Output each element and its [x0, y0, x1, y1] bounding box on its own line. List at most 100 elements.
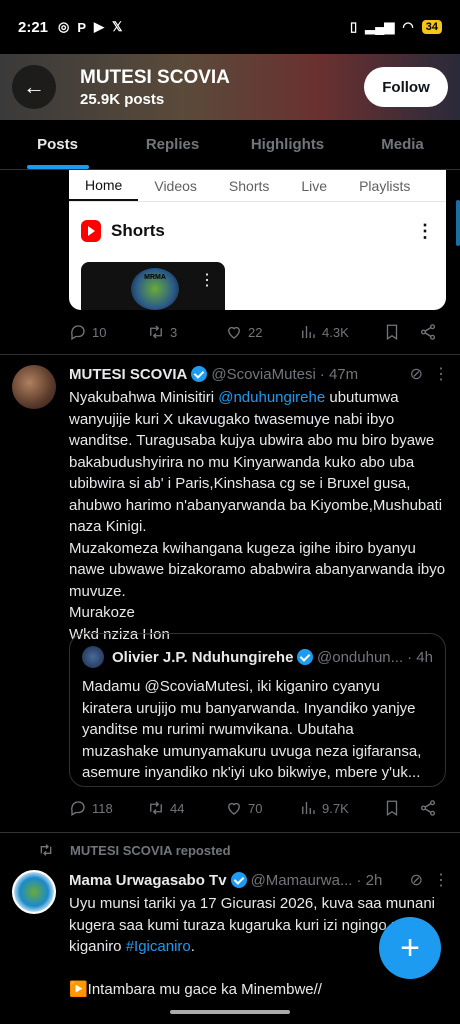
author-handle[interactable]: @ScoviaMutesi — [211, 366, 315, 383]
yt-tab-live: Live — [301, 177, 328, 194]
reply-count: 118 — [92, 800, 113, 816]
tab-replies[interactable]: Replies — [115, 120, 230, 169]
status-bar: 2:21 ◎ P ▶ 𝕏 ▯ ▂▄▆ ◠ 34 — [0, 0, 460, 54]
author-handle[interactable]: @Mamaurwa... — [251, 872, 353, 889]
bookmark-button[interactable] — [383, 799, 419, 817]
yt-section-title: Shorts — [111, 221, 165, 240]
grok-icon[interactable]: ⊘ — [410, 870, 423, 890]
follow-button[interactable]: Follow — [364, 67, 448, 107]
avatar-logo — [14, 872, 54, 912]
like-button[interactable]: 70 — [225, 799, 299, 817]
tweet-text-part: Nyakubahwa Minisitiri — [69, 389, 219, 406]
tweet-header: MUTESI SCOVIA @ScoviaMutesi · 47m ⊘ ⋮ — [69, 364, 449, 384]
repost-count: 3 — [170, 324, 178, 340]
profile-name: MUTESI SCOVIA — [80, 66, 230, 88]
avatar[interactable] — [12, 870, 56, 914]
reply-icon — [71, 325, 85, 340]
tab-highlights[interactable]: Highlights — [230, 120, 345, 169]
tab-media[interactable]: Media — [345, 120, 460, 169]
reply-icon — [71, 801, 85, 816]
short-thumbnail: MRMA ⋮ — [81, 262, 225, 310]
yt-shorts-section: Shorts ⋮ — [69, 202, 446, 242]
bookmark-icon — [386, 800, 398, 817]
quoted-tweet[interactable]: Olivier J.P. Nduhungirehe @onduhun... · … — [69, 633, 446, 787]
reply-button[interactable]: 118 — [69, 799, 147, 817]
view-count: 9.7K — [322, 800, 349, 816]
compose-button[interactable]: + — [379, 917, 441, 979]
home-gesture-handle[interactable] — [170, 1010, 290, 1014]
system-nav-bar — [0, 1000, 460, 1024]
share-button[interactable] — [419, 799, 437, 817]
tweet-paragraph: ▶️Intambara mu gace ka Minembwe// — [69, 981, 322, 998]
system-icons: ▯ ▂▄▆ ◠ 34 — [350, 19, 442, 35]
like-button[interactable]: 22 — [225, 323, 299, 341]
quote-time: · 4h — [407, 648, 433, 666]
youtube-embed-card[interactable]: Home Videos Shorts Live Playlists Shorts… — [69, 170, 446, 310]
repost-button[interactable]: 44 — [147, 799, 225, 817]
bookmark-button[interactable] — [383, 323, 419, 341]
share-button[interactable] — [419, 323, 437, 341]
hashtag-link[interactable]: #Igicaniro — [126, 938, 191, 955]
quote-text: Madamu @ScoviaMutesi, iki kiganiro cyany… — [82, 678, 422, 781]
battery-icon: 34 — [421, 20, 442, 34]
tweet-time: · 2h — [356, 871, 383, 889]
view-count: 4.3K — [322, 324, 349, 340]
x-icon: 𝕏 — [112, 19, 123, 34]
plus-icon: + — [400, 928, 420, 967]
repost-icon — [150, 801, 162, 815]
views-icon — [302, 802, 315, 814]
repost-button[interactable]: 3 — [147, 323, 225, 341]
verified-badge-icon — [230, 872, 247, 888]
clock: 2:21 — [18, 18, 49, 36]
signal-icon: ▂▄▆ — [365, 19, 395, 34]
p-icon: P — [77, 19, 87, 35]
post-actions: 10 3 22 4.3K — [69, 320, 441, 344]
more-vertical-icon[interactable]: ⋮ — [433, 364, 449, 384]
header-text: MUTESI SCOVIA 25.9K posts — [80, 67, 230, 108]
grok-icon[interactable]: ⊘ — [410, 364, 423, 384]
mention-link[interactable]: @nduhungirehe — [218, 389, 325, 406]
more-vertical-icon: ⋮ — [199, 272, 215, 289]
views-button[interactable]: 4.3K — [299, 323, 383, 341]
yt-tab-videos: Videos — [154, 177, 197, 194]
quote-author-name: Olivier J.P. Nduhungirehe — [112, 648, 294, 666]
yt-tabs: Home Videos Shorts Live Playlists — [69, 170, 446, 202]
like-count: 70 — [248, 800, 263, 816]
logo-text: MRMA — [144, 274, 166, 281]
tweet-header: Mama Urwagasabo Tv @Mamaurwa... · 2h ⊘ ⋮ — [69, 870, 449, 890]
channel-logo: MRMA — [131, 268, 179, 310]
scrollbar-thumb[interactable] — [456, 200, 460, 246]
share-icon — [420, 324, 436, 340]
like-count: 22 — [248, 324, 263, 340]
youtube-icon: ▶ — [94, 19, 105, 34]
more-vertical-icon: ⋮ — [416, 220, 434, 241]
repost-label[interactable]: MUTESI SCOVIA reposted — [70, 843, 231, 858]
yt-tab-shorts: Shorts — [228, 177, 270, 194]
avatar[interactable] — [12, 365, 56, 409]
profile-header: ← MUTESI SCOVIA 25.9K posts Follow — [0, 54, 460, 120]
views-icon — [302, 326, 315, 338]
author-name[interactable]: Mama Urwagasabo Tv — [69, 872, 227, 889]
profile-tabs: Posts Replies Highlights Media — [0, 120, 460, 170]
repost-count: 44 — [170, 800, 185, 816]
more-vertical-icon[interactable]: ⋮ — [433, 870, 449, 890]
quote-header: Olivier J.P. Nduhungirehe @onduhun... · … — [82, 646, 433, 668]
back-button[interactable]: ← — [12, 65, 56, 109]
quote-author-handle: @onduhun... — [317, 648, 404, 666]
heart-icon — [228, 326, 240, 339]
reply-button[interactable]: 10 — [69, 323, 147, 341]
vibrate-icon: ▯ — [350, 19, 358, 34]
yt-tab-home: Home — [69, 170, 139, 201]
verified-badge-icon — [297, 649, 313, 665]
tweet-text-part: ubutumwa wanyujije kuri X ukavugako twas… — [69, 389, 443, 535]
whatsapp-icon: ◎ — [58, 19, 70, 34]
repost-icon — [40, 844, 52, 856]
divider — [0, 832, 460, 833]
tweet-paragraph: Muzakomeza kwihangana kugeza igihe ibiro… — [69, 539, 446, 600]
author-name[interactable]: MUTESI SCOVIA — [69, 366, 187, 383]
tab-posts[interactable]: Posts — [0, 120, 115, 169]
heart-icon — [228, 802, 240, 815]
views-button[interactable]: 9.7K — [299, 799, 383, 817]
post-actions: 118 44 70 9.7K — [69, 796, 441, 820]
wifi-icon: ◠ — [402, 19, 414, 34]
